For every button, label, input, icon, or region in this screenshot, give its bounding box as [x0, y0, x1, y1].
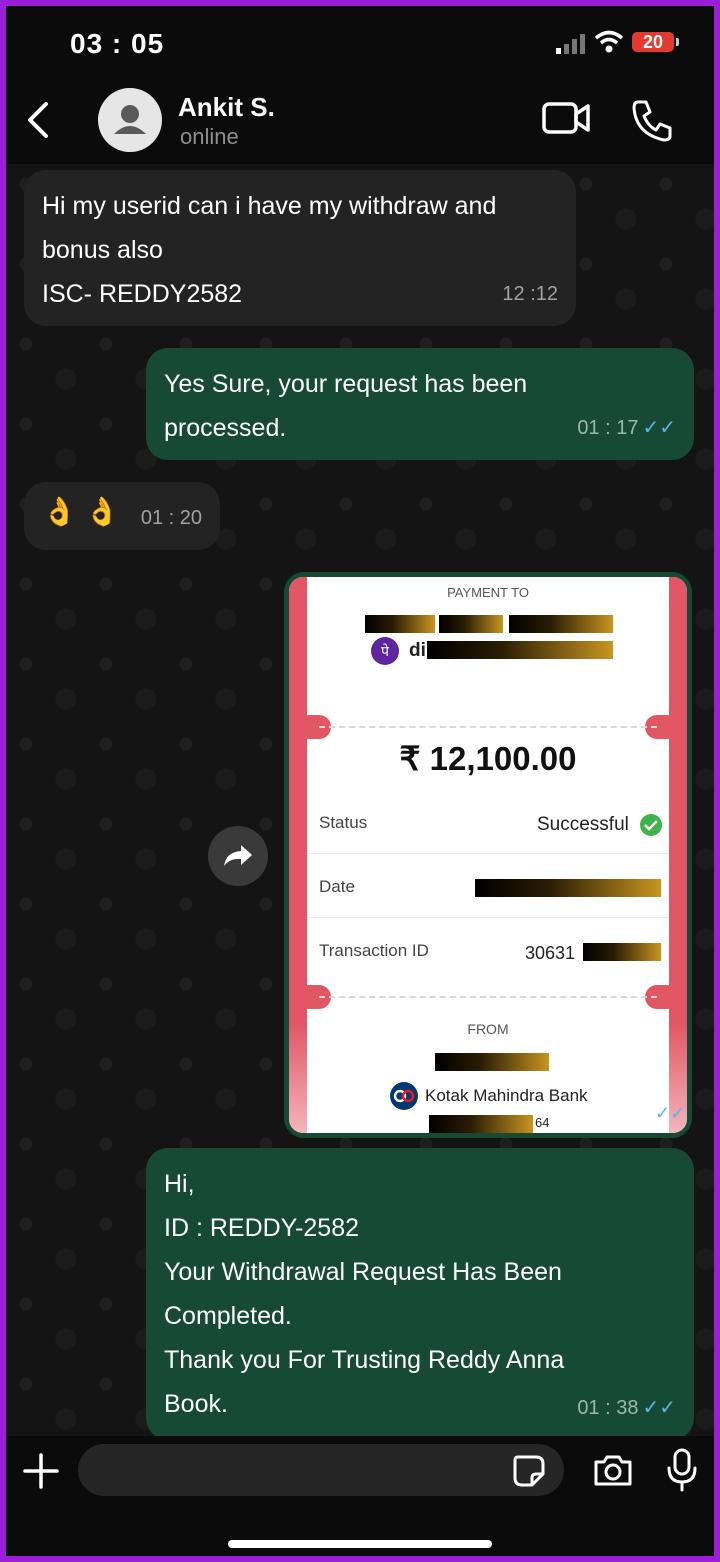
battery-level: 20	[632, 32, 674, 52]
sticker-icon[interactable]	[512, 1454, 546, 1488]
receipt-edge-right	[669, 577, 687, 1133]
message-text: Yes Sure, your request has been	[164, 370, 528, 398]
transaction-id-value: 30631	[525, 943, 576, 963]
message-text: Your Withdrawal Request Has Been	[164, 1258, 562, 1286]
receipt-divider	[319, 996, 657, 998]
message-meta: 01 : 17 ✓✓	[577, 406, 676, 450]
payment-to-label: PAYMENT TO	[447, 585, 529, 600]
message-text: bonus also	[42, 236, 163, 264]
composer-bar	[6, 1436, 714, 1556]
message-incoming[interactable]: 👌 👌 01 : 20	[24, 482, 220, 550]
receipt-divider	[319, 726, 657, 728]
status-time: 03 : 05	[70, 28, 165, 59]
message-time: 01 : 17	[577, 417, 639, 439]
message-text: Completed.	[164, 1302, 292, 1330]
message-text: Hi my userid can i have my withdraw and	[42, 192, 497, 220]
contact-presence: online	[180, 124, 239, 149]
message-time: 01 : 38	[577, 1397, 639, 1419]
message-text: ISC- REDDY2582	[42, 280, 243, 308]
account-suffix: 64	[535, 1115, 550, 1130]
read-receipt-icon: ✓✓	[642, 417, 676, 439]
payment-receipt-image[interactable]: PAYMENT TO पे di ₹ 12,100.00 Status Succ…	[284, 572, 692, 1138]
read-receipt-icon: ✓✓	[642, 1397, 676, 1419]
home-indicator[interactable]	[228, 1540, 492, 1548]
message-outgoing[interactable]: Hi, ID : REDDY-2582 Your Withdrawal Requ…	[146, 1148, 694, 1440]
phone-frame: 03 : 05 20 Ankit S. online Hi my userid …	[6, 6, 714, 1556]
message-emoji: 👌 👌	[42, 496, 120, 527]
signal-icon	[556, 34, 585, 54]
back-icon[interactable]	[22, 100, 52, 140]
kotak-logo-icon	[390, 1082, 418, 1110]
chat-area[interactable]: Hi my userid can i have my withdraw and …	[6, 164, 714, 1440]
bank-name: Kotak Mahindra Bank	[425, 1086, 588, 1105]
message-meta: 01 : 38 ✓✓	[577, 1386, 676, 1430]
message-time: 01 : 20	[140, 507, 202, 529]
redaction-bar	[429, 1115, 533, 1133]
battery-tip	[676, 38, 679, 46]
message-text: Thank you For Trusting Reddy Anna	[164, 1346, 565, 1374]
forward-button[interactable]	[208, 826, 268, 886]
wifi-icon	[594, 30, 624, 53]
avatar[interactable]	[98, 88, 162, 152]
forward-icon	[224, 845, 252, 866]
receipt-edge-left	[289, 577, 307, 1133]
camera-icon[interactable]	[592, 1452, 634, 1488]
message-outgoing[interactable]: Yes Sure, your request has been processe…	[146, 348, 694, 460]
payment-amount: ₹ 12,100.00	[399, 740, 577, 777]
avatar-icon	[114, 105, 146, 134]
message-text: ID : REDDY-2582	[164, 1214, 359, 1242]
redaction-bar	[435, 1053, 549, 1071]
chat-header: Ankit S. online	[6, 76, 714, 164]
message-incoming[interactable]: Hi my userid can i have my withdraw and …	[24, 170, 576, 326]
message-text: Hi,	[164, 1170, 195, 1198]
date-label: Date	[319, 877, 355, 896]
redaction-bar	[365, 615, 435, 633]
transaction-id-label: Transaction ID	[319, 941, 429, 960]
status-value: Successful	[537, 814, 629, 835]
message-time: 12 :12	[502, 283, 558, 305]
payee-name: di	[409, 640, 426, 661]
contact-name[interactable]: Ankit S.	[178, 92, 275, 123]
redaction-bar	[509, 615, 613, 633]
phonepe-logo: पे	[371, 637, 399, 665]
row-divider	[307, 853, 669, 854]
phone-call-icon[interactable]	[630, 98, 674, 142]
plus-icon[interactable]	[22, 1452, 60, 1490]
redaction-bar	[439, 615, 503, 633]
redaction-bar	[475, 879, 661, 897]
message-input[interactable]	[78, 1444, 564, 1496]
read-receipt-icon: ✓✓	[655, 1103, 686, 1123]
status-label: Status	[319, 813, 368, 832]
receipt-card: PAYMENT TO पे di ₹ 12,100.00 Status Succ…	[289, 577, 687, 1133]
video-call-icon[interactable]	[542, 100, 592, 136]
redaction-bar	[427, 641, 613, 659]
mic-icon[interactable]	[666, 1448, 698, 1492]
status-bar: 03 : 05 20	[6, 6, 714, 76]
redaction-bar	[583, 943, 661, 961]
row-divider	[307, 917, 669, 918]
from-label: FROM	[467, 1021, 509, 1037]
success-check-icon	[640, 814, 662, 836]
